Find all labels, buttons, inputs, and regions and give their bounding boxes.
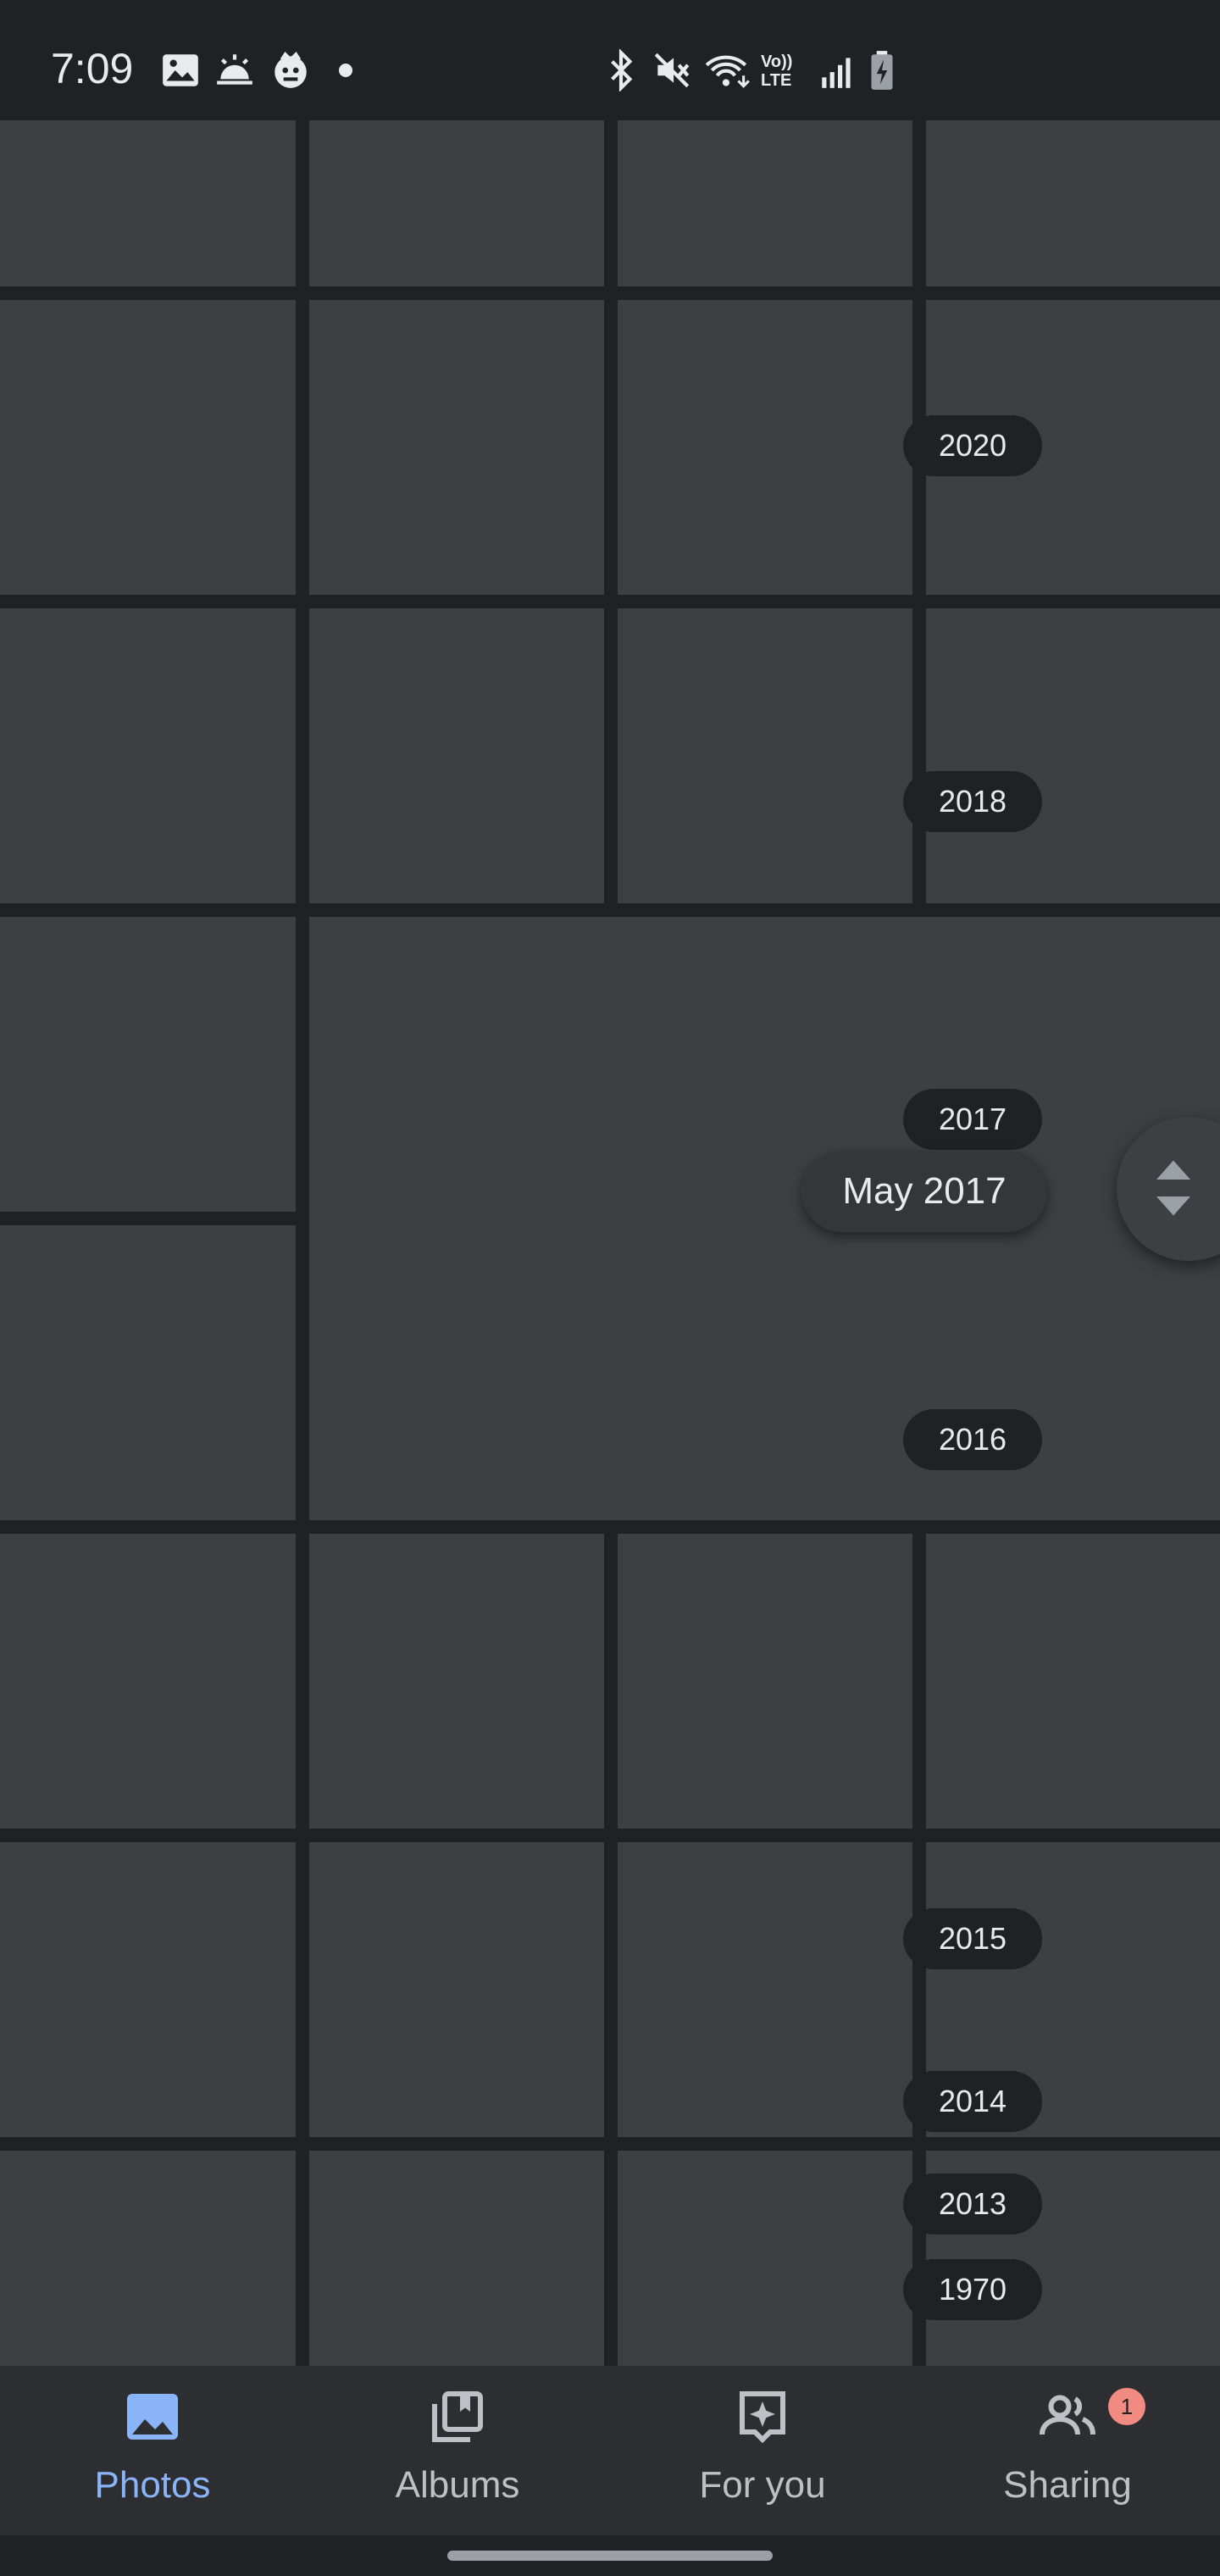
year-label-2013[interactable]: 2013 (903, 2174, 1042, 2235)
nav-for-you[interactable]: For you (610, 2366, 915, 2535)
year-label-2018[interactable]: 2018 (903, 771, 1042, 832)
photo-thumbnail[interactable] (618, 1534, 912, 1829)
photo-thumbnail[interactable] (0, 917, 296, 1212)
photos-icon (122, 2386, 183, 2447)
photo-thumbnail[interactable] (618, 2151, 912, 2366)
sharing-badge: 1 (1108, 2388, 1145, 2425)
photo-thumbnail[interactable] (309, 1534, 604, 1829)
photo-thumbnail[interactable] (309, 608, 604, 903)
nav-sharing[interactable]: Sharing (915, 2366, 1220, 2535)
photo-thumbnail[interactable] (0, 1842, 296, 2137)
photo-thumbnail[interactable] (0, 2151, 296, 2366)
wifi-icon (703, 49, 752, 92)
year-label-2015[interactable]: 2015 (903, 1908, 1042, 1969)
status-bar: 7:09 Vo)) LTE (0, 0, 1220, 120)
photo-thumbnail[interactable] (926, 120, 1220, 286)
volte-icon: Vo)) LTE (761, 53, 793, 90)
photo-thumbnail[interactable] (618, 300, 912, 595)
photo-thumbnail[interactable] (0, 120, 296, 286)
photo-thumbnail-large[interactable] (309, 917, 1220, 1520)
for-you-icon (732, 2386, 793, 2447)
year-label-2020[interactable]: 2020 (903, 415, 1042, 476)
status-time: 7:09 (51, 45, 134, 92)
bluetooth-icon (600, 48, 642, 92)
year-label-2014[interactable]: 2014 (903, 2071, 1042, 2132)
photo-thumbnail[interactable] (309, 300, 604, 595)
photo-thumbnail[interactable] (0, 608, 296, 903)
photo-thumbnail[interactable] (618, 120, 912, 286)
gesture-bar (0, 2535, 1220, 2576)
year-label-2017[interactable]: 2017 (903, 1089, 1042, 1150)
photo-thumbnail[interactable] (309, 2151, 604, 2366)
sharing-icon (1037, 2386, 1098, 2447)
photo-thumbnail[interactable] (926, 1534, 1220, 1829)
home-gesture-handle[interactable] (447, 2551, 773, 2561)
nav-photos[interactable]: Photos (0, 2366, 305, 2535)
weather-icon (214, 49, 256, 92)
year-label-2016[interactable]: 2016 (903, 1409, 1042, 1470)
photo-thumbnail[interactable] (309, 120, 604, 286)
year-label-1970[interactable]: 1970 (903, 2259, 1042, 2320)
photo-thumbnail[interactable] (309, 1842, 604, 2137)
current-date-chip: May 2017 (801, 1151, 1047, 1232)
photo-thumbnail[interactable] (926, 608, 1220, 903)
app-icon (269, 49, 312, 92)
battery-icon (868, 49, 896, 92)
photos-app: 7:09 Vo)) LTE 2020 2018 2017 2016 2015 2… (0, 0, 1220, 2576)
bottom-navigation: Photos Albums For you Sharing (0, 2366, 1220, 2535)
dot-icon (336, 49, 356, 92)
nav-sharing-label: Sharing (1003, 2464, 1132, 2506)
photo-thumbnail[interactable] (618, 608, 912, 903)
nav-albums[interactable]: Albums (305, 2366, 610, 2535)
nav-photos-label: Photos (94, 2464, 211, 2506)
photo-thumbnail[interactable] (618, 1842, 912, 2137)
gallery-icon (159, 49, 202, 92)
nav-for-you-label: For you (699, 2464, 826, 2506)
scroll-arrows-icon (1156, 1160, 1190, 1216)
mute-icon (651, 49, 693, 92)
photo-thumbnail[interactable] (0, 300, 296, 595)
nav-albums-label: Albums (395, 2464, 520, 2506)
albums-icon (427, 2386, 488, 2447)
photo-thumbnail[interactable] (0, 1225, 296, 1520)
signal-icon (817, 49, 859, 92)
photo-thumbnail[interactable] (0, 1534, 296, 1829)
